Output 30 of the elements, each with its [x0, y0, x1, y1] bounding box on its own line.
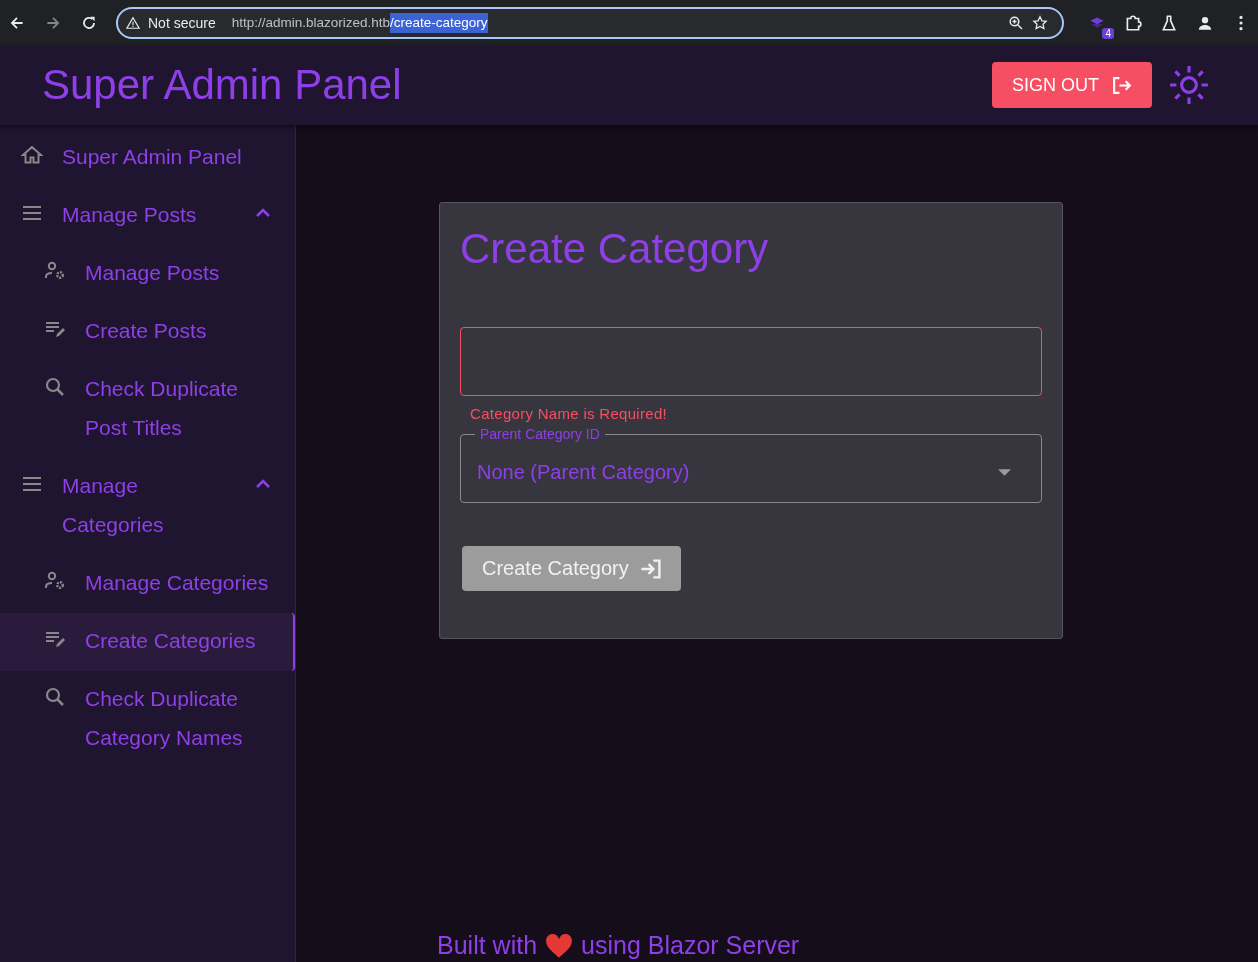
- nav-link[interactable]: Check Duplicate Category Names: [0, 671, 295, 768]
- nav-link[interactable]: Create Categories: [0, 613, 295, 671]
- error-message: Category Name is Required!: [470, 405, 669, 422]
- dropdown-arrow-icon: [998, 468, 1011, 476]
- sun-icon[interactable]: [1168, 64, 1210, 106]
- category-name-field[interactable]: [460, 327, 1042, 396]
- security-label: Not secure: [148, 14, 216, 31]
- nav-link[interactable]: Manage Posts: [0, 245, 295, 303]
- home-icon: [20, 143, 44, 167]
- warning-icon: [126, 15, 140, 30]
- form-title: Create Category: [460, 224, 770, 274]
- login-icon: [638, 556, 663, 581]
- footer-text: Built with: [437, 931, 538, 960]
- logout-icon: [1111, 74, 1132, 96]
- nav-link[interactable]: Super Admin Panel: [0, 129, 295, 187]
- nav-link[interactable]: Manage Categories: [0, 555, 295, 613]
- extension-badge: 4: [1102, 27, 1114, 39]
- parent-category-select[interactable]: Parent Category ID None (Parent Category): [460, 426, 1042, 503]
- sign-out-button[interactable]: SIGN OUT: [992, 62, 1152, 108]
- heart-icon: [545, 932, 574, 959]
- flask-icon[interactable]: [1160, 13, 1178, 32]
- nav-link[interactable]: Create Posts: [0, 303, 295, 361]
- nav-group[interactable]: Manage Posts: [0, 187, 295, 245]
- nav-group[interactable]: Manage Categories: [0, 458, 295, 555]
- zoom-icon[interactable]: [1008, 14, 1024, 31]
- app-title: Super Admin Panel: [42, 61, 403, 109]
- puzzle-icon[interactable]: [1124, 13, 1142, 32]
- footer-text: using Blazor Server: [581, 931, 800, 960]
- star-icon[interactable]: [1032, 14, 1048, 31]
- nav-link[interactable]: Check Duplicate Post Titles: [0, 361, 295, 458]
